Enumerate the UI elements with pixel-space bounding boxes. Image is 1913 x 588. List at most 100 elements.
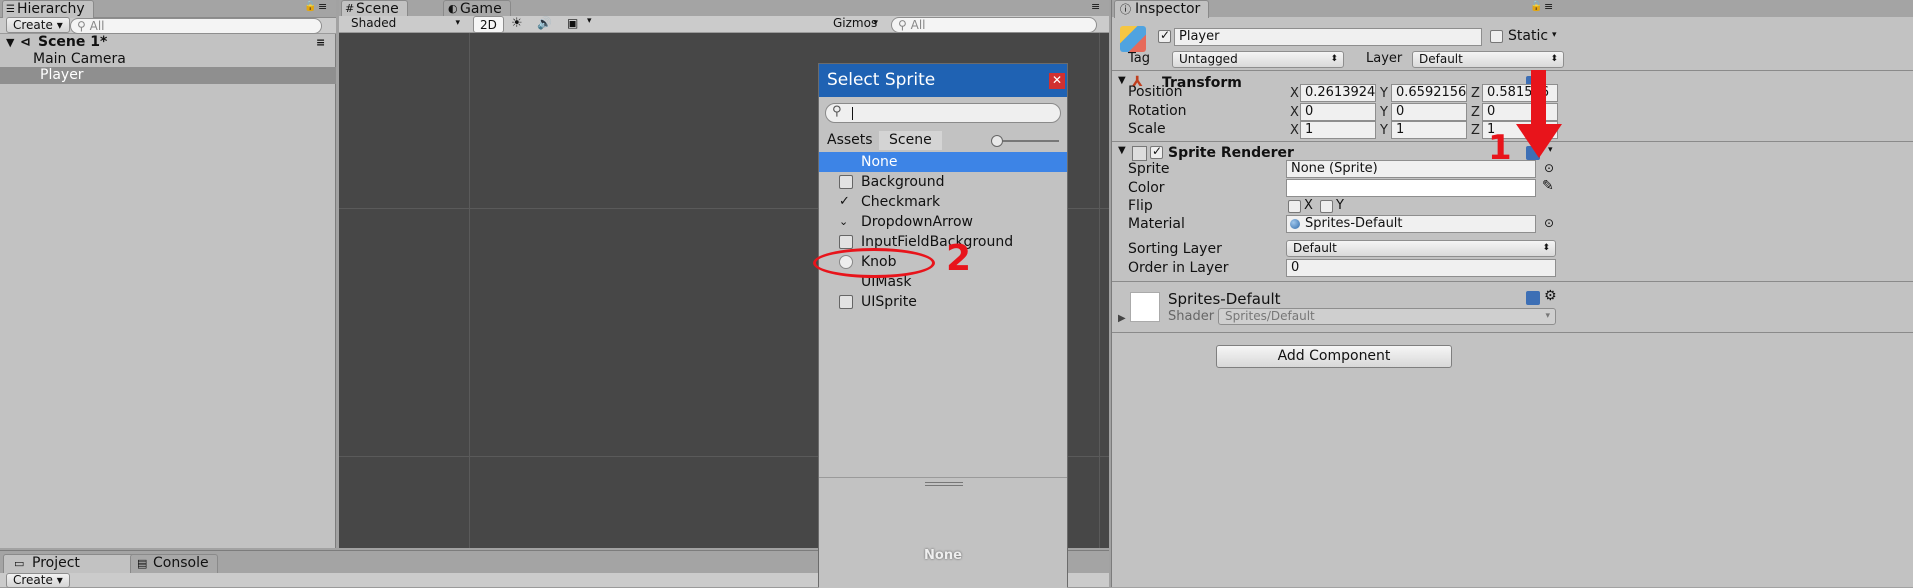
divider: [1112, 332, 1913, 333]
audio-icon[interactable]: 🔊: [537, 16, 552, 30]
static-label: Static: [1508, 28, 1549, 44]
object-name-field[interactable]: Player: [1174, 28, 1482, 46]
hierarchy-item-main-camera[interactable]: Main Camera: [0, 51, 336, 68]
annotation-marker-2: 2: [946, 238, 972, 279]
shader-label: Shader: [1168, 309, 1215, 324]
dialog-titlebar: Select Sprite ✕: [819, 64, 1067, 97]
rotation-z-field[interactable]: 0: [1482, 103, 1558, 121]
tab-inspector[interactable]: ⓘ Inspector: [1114, 0, 1210, 18]
material-label: Material: [1128, 216, 1185, 232]
hierarchy-item-player[interactable]: Player: [0, 67, 336, 84]
square-outline-icon: [839, 175, 853, 189]
tab-scene[interactable]: Scene: [879, 131, 942, 150]
scene-row[interactable]: ▼ ⊲ Scene 1* ≡: [0, 34, 336, 51]
rotation-x-field[interactable]: 0: [1300, 103, 1376, 121]
dropdown-arrow-icon: ⬍: [1550, 54, 1558, 64]
sprite-search-input[interactable]: ⚲: [825, 103, 1061, 123]
tab-assets[interactable]: Assets: [827, 132, 873, 148]
position-y-field[interactable]: 0.6592156: [1391, 84, 1467, 102]
list-item[interactable]: ✓ Checkmark: [819, 192, 1067, 212]
help-book-icon[interactable]: [1526, 291, 1540, 305]
chevron-down-icon[interactable]: ▾: [587, 16, 592, 26]
sorting-layer-dropdown[interactable]: Default ⬍: [1286, 240, 1556, 257]
list-item[interactable]: None: [819, 152, 1067, 172]
hierarchy-panel: ☰ Hierarchy 🔒 ≡ Create ▾ ⚲ All ▼ ⊲ Scene…: [0, 0, 336, 548]
slider-thumb[interactable]: [991, 135, 1003, 147]
annotation-arrow-shaft: [1531, 70, 1546, 125]
position-x-field[interactable]: 0.2613924: [1300, 84, 1376, 102]
scene-search-input[interactable]: ⚲ All: [891, 17, 1097, 33]
list-item[interactable]: Background: [819, 172, 1067, 192]
zoom-slider[interactable]: [991, 135, 1059, 147]
shader-dropdown: Sprites/Default ▾: [1218, 308, 1556, 325]
list-item[interactable]: ⌄ DropdownArrow: [819, 212, 1067, 232]
flip-x-label: X: [1304, 198, 1313, 213]
annotation-marker-1: 1: [1488, 128, 1512, 168]
sun-icon[interactable]: ☀: [511, 16, 523, 31]
material-sphere-icon: [1290, 219, 1300, 229]
scale-x-field[interactable]: 1: [1300, 121, 1376, 139]
gizmos-dropdown[interactable]: Gizmos ▾: [827, 16, 883, 33]
enabled-checkbox[interactable]: ✓: [1150, 144, 1163, 159]
chevron-down-icon: ⌄: [839, 215, 849, 228]
tab-hierarchy[interactable]: ☰ Hierarchy: [2, 0, 94, 18]
search-icon: ⚲: [898, 18, 907, 32]
shading-dropdown[interactable]: Shaded ▾: [345, 16, 465, 33]
sprite-renderer-icon: [1132, 146, 1147, 161]
unity-scene-icon: ⊲: [20, 35, 31, 50]
scale-y-field[interactable]: 1: [1391, 121, 1467, 139]
foldout-arrow-icon[interactable]: ▼: [1118, 75, 1126, 86]
annotation-arrow-head: [1516, 124, 1562, 158]
layer-dropdown[interactable]: Default ⬍: [1412, 51, 1564, 68]
tab-game[interactable]: ◐ Game: [443, 0, 511, 17]
hierarchy-search-input[interactable]: ⚲ All: [70, 18, 322, 34]
search-icon: ⚲: [832, 104, 842, 119]
foldout-arrow-icon[interactable]: ▼: [1118, 145, 1126, 156]
grid-line: [469, 33, 470, 548]
preview-splitter[interactable]: [819, 477, 1067, 491]
close-button[interactable]: ✕: [1049, 73, 1065, 89]
list-item[interactable]: UISprite: [819, 292, 1067, 312]
create-button[interactable]: Create ▾: [6, 573, 70, 588]
add-component-button[interactable]: Add Component: [1216, 345, 1452, 368]
expand-arrow-icon[interactable]: ▼: [6, 34, 14, 51]
preview-label: None: [924, 548, 962, 563]
static-checkbox[interactable]: [1490, 30, 1503, 43]
panel-menu-icon[interactable]: ≡: [1544, 0, 1553, 13]
info-icon: ⓘ: [1120, 3, 1131, 16]
checkmark-icon: ✓: [1152, 144, 1163, 158]
dropdown-arrow-icon: ⬍: [1330, 54, 1338, 64]
create-button[interactable]: Create ▾: [6, 17, 70, 33]
scene-menu-icon[interactable]: ≡: [316, 34, 325, 51]
active-checkbox[interactable]: ✓: [1158, 28, 1171, 43]
panel-menu-icon[interactable]: ≡: [318, 0, 327, 13]
panel-menu-icon[interactable]: ≡: [1091, 0, 1100, 13]
tab-scene[interactable]: # Scene: [341, 0, 408, 17]
lock-icon[interactable]: 🔒: [1530, 1, 1542, 12]
flip-y-checkbox[interactable]: [1320, 200, 1333, 213]
grid-icon: #: [345, 2, 355, 15]
material-field[interactable]: Sprites-Default: [1286, 215, 1536, 233]
foldout-arrow-icon[interactable]: ▶: [1118, 313, 1126, 324]
color-swatch[interactable]: [1286, 179, 1536, 197]
list-icon: ☰: [6, 4, 15, 15]
pacman-icon: ◐: [448, 2, 458, 15]
tag-dropdown[interactable]: Untagged ⬍: [1172, 51, 1344, 68]
axis-y-label: Y: [1380, 105, 1388, 120]
grid-line: [1099, 33, 1100, 548]
2d-toggle[interactable]: 2D: [473, 16, 504, 33]
sprite-list: None Background ✓ Checkmark ⌄ DropdownAr…: [819, 152, 1067, 322]
rotation-y-field[interactable]: 0: [1391, 103, 1467, 121]
position-z-field[interactable]: 0.581516: [1482, 84, 1558, 102]
gear-icon[interactable]: ⚙: [1544, 288, 1557, 304]
flip-x-checkbox[interactable]: [1288, 200, 1301, 213]
eyedropper-icon[interactable]: ✎: [1542, 178, 1554, 194]
image-icon[interactable]: ▣: [567, 16, 578, 30]
lock-icon[interactable]: 🔒: [304, 1, 316, 12]
tab-console[interactable]: ▤ Console: [130, 554, 218, 573]
order-in-layer-field[interactable]: 0: [1286, 259, 1556, 277]
chevron-down-icon[interactable]: ▾: [1552, 30, 1557, 40]
object-picker-icon[interactable]: ⊙: [1544, 216, 1554, 230]
tag-label: Tag: [1128, 51, 1151, 66]
object-picker-icon[interactable]: ⊙: [1544, 161, 1554, 175]
